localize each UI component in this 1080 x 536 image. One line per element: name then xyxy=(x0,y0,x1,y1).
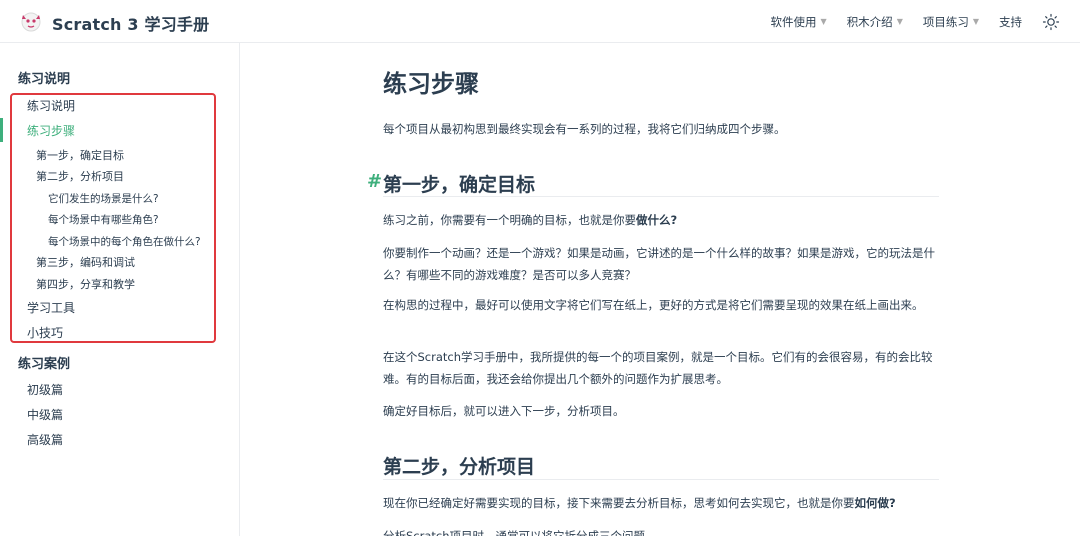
sidebar-item-beginner[interactable]: 初级篇 xyxy=(27,381,63,398)
nav-label: 软件使用 xyxy=(770,14,817,29)
sidebar-item-steps[interactable]: 练习步骤 xyxy=(27,122,75,139)
sidebar-item-step4[interactable]: 第四步，分享和教学 xyxy=(36,276,135,292)
paragraph: 在构思的过程中，最好可以使用文字将它们写在纸上，更好的方式是将它们需要呈现的效果… xyxy=(383,298,924,312)
nav-links: 软件使用 ▼ 积木介绍 ▼ 项目练习 ▼ 支持 xyxy=(771,0,1080,43)
nav-support[interactable]: 支持 xyxy=(999,14,1022,30)
heading-divider xyxy=(383,196,939,197)
active-indicator xyxy=(0,118,3,142)
scratch-cat-logo-icon[interactable] xyxy=(18,8,44,34)
nav-project-practice[interactable]: 项目练习 ▼ xyxy=(923,14,979,30)
sidebar-group-title[interactable]: 练习案例 xyxy=(18,353,70,372)
paragraph: 你要制作一个动画？还是一个游戏？如果是动画，它讲述的是一个什么样的故事？如果是游… xyxy=(383,246,935,282)
bold-text: 如何做? xyxy=(854,496,896,510)
sun-icon[interactable] xyxy=(1042,13,1060,31)
nav-label: 积木介绍 xyxy=(846,14,893,29)
paragraph-text: 练习之前，你需要有一个明确的目标，也就是你要 xyxy=(383,213,636,227)
paragraph: 在这个Scratch学习手册中，我所提供的每一个的项目案例，就是一个目标。它们有… xyxy=(383,350,933,386)
header-anchor-link[interactable]: # xyxy=(367,171,382,192)
sidebar-item-step1[interactable]: 第一步，确定目标 xyxy=(36,147,124,163)
sidebar-item-step3[interactable]: 第三步，编码和调试 xyxy=(36,254,135,270)
sidebar: 练习说明 练习说明 练习步骤 第一步，确定目标 第二步，分析项目 它们发生的场景… xyxy=(0,43,240,536)
sidebar-item-advanced[interactable]: 高级篇 xyxy=(27,431,63,448)
sidebar-item-character-actions[interactable]: 每个场景中的每个角色在做什么? xyxy=(48,234,201,249)
sidebar-item-characters[interactable]: 每个场景中有哪些角色? xyxy=(48,212,159,227)
paragraph: 分析Scratch项目时，通常可以将它拆分成三个问题 xyxy=(383,529,646,536)
nav-software-usage[interactable]: 软件使用 ▼ xyxy=(771,14,827,30)
bold-text: 做什么? xyxy=(636,213,678,227)
nav-label: 支持 xyxy=(999,14,1022,29)
sidebar-item-intermediate[interactable]: 中级篇 xyxy=(27,406,63,423)
intro-paragraph: 每个项目从最初构思到最终实现会有一系列的过程，我将它们归纳成四个步骤。 xyxy=(383,122,786,136)
page-title: 练习步骤 xyxy=(383,70,479,98)
sidebar-item-step2[interactable]: 第二步，分析项目 xyxy=(36,168,124,184)
chevron-down-icon: ▼ xyxy=(896,17,903,26)
section-heading: 第一步，确定目标 xyxy=(383,174,536,196)
nav-label: 项目练习 xyxy=(922,14,969,29)
paragraph-text: 现在你已经确定好需要实现的目标，接下来需要去分析目标，思考如何去实现它，也就是你… xyxy=(383,496,855,510)
paragraph: 现在你已经确定好需要实现的目标，接下来需要去分析目标，思考如何去实现它，也就是你… xyxy=(383,492,939,514)
top-navbar: Scratch 3 学习手册 软件使用 ▼ 积木介绍 ▼ 项目练习 ▼ 支持 xyxy=(0,0,1080,43)
sidebar-group-title[interactable]: 练习说明 xyxy=(18,68,70,87)
paragraph: 练习之前，你需要有一个明确的目标，也就是你要做什么? xyxy=(383,209,939,231)
nav-blocks-intro[interactable]: 积木介绍 ▼ xyxy=(847,14,903,30)
sidebar-item-instructions[interactable]: 练习说明 xyxy=(27,97,75,114)
site-title[interactable]: Scratch 3 学习手册 xyxy=(52,11,209,35)
heading-divider xyxy=(383,479,939,480)
sidebar-item-tools[interactable]: 学习工具 xyxy=(27,299,75,316)
sidebar-item-scenes[interactable]: 它们发生的场景是什么? xyxy=(48,191,159,206)
chevron-down-icon: ▼ xyxy=(972,17,979,26)
sidebar-item-tips[interactable]: 小技巧 xyxy=(27,324,63,341)
paragraph: 确定好目标后，就可以进入下一步，分析项目。 xyxy=(383,404,625,418)
chevron-down-icon: ▼ xyxy=(820,17,827,26)
section-heading: 第二步，分析项目 xyxy=(383,456,536,478)
